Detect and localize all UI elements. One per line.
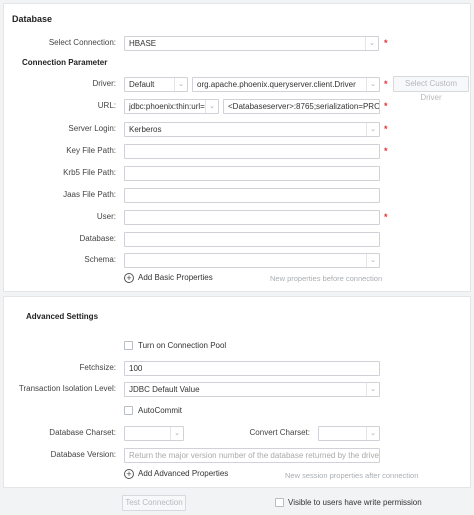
required-marker: * xyxy=(384,212,388,222)
fetchsize-input[interactable]: 100 xyxy=(124,361,380,376)
database-label: Database: xyxy=(79,234,116,243)
jaas-file-path-label: Jaas File Path: xyxy=(63,190,116,199)
driver-type-dropdown[interactable]: Default ⌄ xyxy=(124,77,188,92)
krb5-file-path-label: Krb5 File Path: xyxy=(63,168,116,177)
driver-class-dropdown[interactable]: org.apache.phoenix.queryserver.client.Dr… xyxy=(192,77,380,92)
url-label: URL: xyxy=(97,101,116,110)
key-file-path-input[interactable] xyxy=(124,144,380,159)
advanced-properties-hint: New session properties after connection xyxy=(285,471,419,480)
convert-charset-dropdown[interactable]: ⌄ xyxy=(318,426,380,441)
schema-label: Schema: xyxy=(84,255,116,264)
database-input[interactable] xyxy=(124,232,380,247)
database-version-label: Database Version: xyxy=(50,450,116,459)
autocommit-checkbox[interactable] xyxy=(124,406,133,415)
chevron-down-icon: ⌄ xyxy=(170,427,183,440)
connection-pool-checkbox[interactable] xyxy=(124,341,133,350)
select-connection-label: Select Connection: xyxy=(48,38,116,47)
add-advanced-properties-icon[interactable]: + xyxy=(124,469,134,479)
advanced-settings-title: Advanced Settings xyxy=(26,312,99,321)
add-basic-properties-link[interactable]: Add Basic Properties xyxy=(138,272,213,284)
select-connection-value: HBASE xyxy=(129,39,157,48)
chevron-down-icon: ⌄ xyxy=(366,383,379,396)
isolation-level-label: Transaction Isolation Level: xyxy=(18,384,116,393)
url-prefix-dropdown[interactable]: jdbc:phoenix:thin:url=h ⌄ xyxy=(124,99,219,114)
select-custom-driver-button[interactable]: Select Custom Driver xyxy=(393,76,469,102)
chevron-down-icon: ⌄ xyxy=(205,100,218,113)
chevron-down-icon: ⌄ xyxy=(366,123,379,136)
database-version-placeholder: Return the major version number of the d… xyxy=(129,451,380,460)
add-advanced-properties-link[interactable]: Add Advanced Properties xyxy=(138,468,228,480)
autocommit-label: AutoCommit xyxy=(138,406,183,415)
add-basic-properties-icon[interactable]: + xyxy=(124,273,134,283)
schema-dropdown[interactable]: ⌄ xyxy=(124,253,380,268)
isolation-level-dropdown[interactable]: JDBC Default Value ⌄ xyxy=(124,382,380,397)
required-marker: * xyxy=(384,146,388,156)
chevron-down-icon: ⌄ xyxy=(366,427,379,440)
select-connection-dropdown[interactable]: HBASE ⌄ xyxy=(124,36,379,51)
required-marker: * xyxy=(384,79,388,89)
server-login-value: Kerberos xyxy=(129,125,162,134)
chevron-down-icon: ⌄ xyxy=(366,78,379,91)
required-marker: * xyxy=(384,38,388,48)
chevron-down-icon: ⌄ xyxy=(365,37,378,50)
server-login-dropdown[interactable]: Kerberos ⌄ xyxy=(124,122,380,137)
server-login-label: Server Login: xyxy=(68,124,116,133)
chevron-down-icon: ⌄ xyxy=(174,78,187,91)
fetchsize-label: Fetchsize: xyxy=(79,363,116,372)
chevron-down-icon: ⌄ xyxy=(366,254,379,267)
isolation-level-value: JDBC Default Value xyxy=(129,385,200,394)
key-file-path-label: Key File Path: xyxy=(66,146,116,155)
connection-pool-label: Turn on Connection Pool xyxy=(138,341,227,350)
test-connection-button[interactable]: Test Connection xyxy=(122,495,186,511)
required-marker: * xyxy=(384,124,388,134)
database-charset-label: Database Charset: xyxy=(49,428,116,437)
database-charset-dropdown[interactable]: ⌄ xyxy=(124,426,184,441)
database-title: Database xyxy=(12,14,53,24)
connection-parameter-heading: Connection Parameter xyxy=(22,58,108,67)
visible-permission-label: Visible to users have write permission xyxy=(288,498,422,507)
advanced-settings-panel: Advanced Settings Turn on Connection Poo… xyxy=(3,296,471,488)
basic-properties-hint: New properties before connection xyxy=(270,274,383,283)
krb5-file-path-input[interactable] xyxy=(124,166,380,181)
jaas-file-path-input[interactable] xyxy=(124,188,380,203)
database-panel: Database Select Connection: HBASE ⌄ * Co… xyxy=(3,3,471,292)
driver-label: Driver: xyxy=(92,79,116,88)
convert-charset-label: Convert Charset: xyxy=(249,428,310,437)
user-label: User: xyxy=(96,212,116,221)
user-input[interactable] xyxy=(124,210,380,225)
driver-type-value: Default xyxy=(129,80,155,89)
driver-class-value: org.apache.phoenix.queryserver.client.Dr… xyxy=(197,80,356,89)
visible-permission-checkbox[interactable] xyxy=(275,498,284,507)
database-version-input[interactable]: Return the major version number of the d… xyxy=(124,448,380,463)
required-marker: * xyxy=(384,101,388,111)
url-prefix-value: jdbc:phoenix:thin:url=h xyxy=(129,102,210,111)
url-input[interactable]: <Databaseserver>:8765;serialization=PROT… xyxy=(223,99,380,114)
